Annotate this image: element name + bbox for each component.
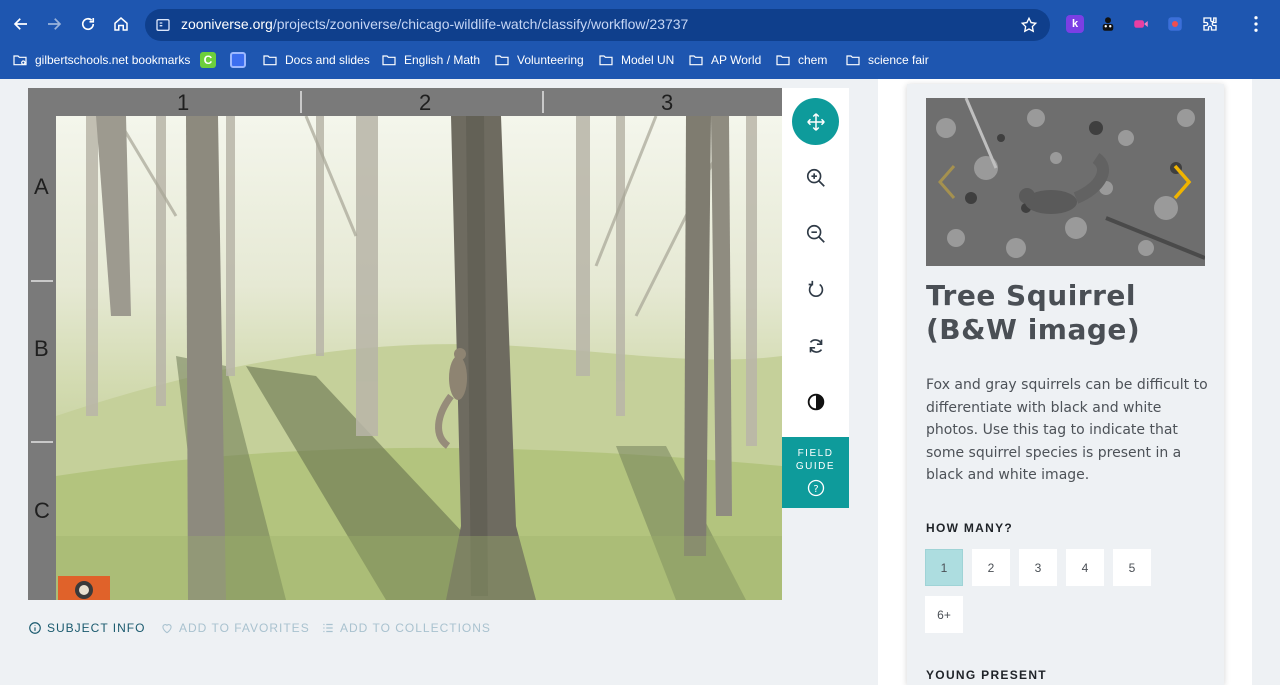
count-option-2[interactable]: 2 bbox=[972, 549, 1010, 586]
back-button[interactable] bbox=[7, 6, 35, 42]
bookmark-folder-docs[interactable]: Docs and slides bbox=[262, 51, 370, 69]
bookmark-folder-volunteering[interactable]: Volunteering bbox=[494, 51, 584, 69]
bookmarks-bar: gilbertschools.net bookmarks C Docs and … bbox=[0, 47, 1280, 73]
trail-camera-photo[interactable] bbox=[56, 116, 782, 600]
add-to-favorites-link[interactable]: ADD TO FAVORITES bbox=[160, 620, 310, 636]
reload-button[interactable] bbox=[74, 6, 102, 42]
ruler-tick bbox=[31, 441, 53, 443]
zoom-out-button[interactable] bbox=[782, 214, 849, 254]
grid-column-label: 2 bbox=[419, 90, 432, 115]
folder-icon bbox=[846, 55, 860, 66]
previous-example-chevron-icon[interactable] bbox=[934, 162, 958, 202]
reload-icon bbox=[81, 17, 95, 31]
address-bar[interactable]: zooniverse.org/projects/zooniverse/chica… bbox=[145, 9, 1050, 41]
question-how-many: HOW MANY? bbox=[926, 521, 1014, 535]
extensions-puzzle-icon[interactable] bbox=[1201, 15, 1219, 33]
ruler-tick bbox=[300, 91, 302, 113]
extension-blue-icon[interactable] bbox=[1166, 15, 1184, 33]
green-c-favicon: C bbox=[200, 52, 216, 68]
blue-favicon bbox=[230, 52, 246, 68]
home-button[interactable] bbox=[107, 6, 135, 42]
count-option-1[interactable]: 1 bbox=[925, 549, 963, 586]
species-example-image bbox=[926, 98, 1205, 266]
folder-icon bbox=[689, 55, 703, 66]
bookmark-green-c[interactable]: C bbox=[200, 51, 216, 69]
url-text[interactable]: zooniverse.org/projects/zooniverse/chica… bbox=[181, 16, 688, 32]
folder-icon bbox=[263, 55, 277, 66]
bookmark-blue[interactable] bbox=[230, 51, 246, 69]
field-guide-help-glyph: ? bbox=[813, 484, 818, 495]
browser-toolbar: zooniverse.org/projects/zooniverse/chica… bbox=[0, 6, 1280, 42]
site-info-icon[interactable] bbox=[155, 17, 171, 33]
bookmark-folder-science-fair[interactable]: science fair bbox=[845, 51, 929, 69]
bookmark-folder-chem[interactable]: chem bbox=[775, 51, 827, 69]
field-guide-label-line1: FIELD bbox=[797, 448, 834, 459]
forward-arrow-icon bbox=[48, 18, 62, 30]
contrast-icon bbox=[807, 393, 824, 411]
species-description: Fox and gray squirrels can be difficult … bbox=[926, 377, 1208, 483]
subject-info-link[interactable]: SUBJECT INFO bbox=[28, 620, 145, 636]
folder-icon bbox=[382, 55, 396, 66]
field-guide-button[interactable]: FIELD GUIDE ? bbox=[782, 437, 849, 508]
grid-row-ruler: A B C bbox=[28, 116, 56, 600]
species-detail-card: Tree Squirrel (B&W image) Fox and gray s… bbox=[907, 84, 1224, 685]
folder-icon bbox=[776, 55, 790, 66]
browser-chrome: zooniverse.org/projects/zooniverse/chica… bbox=[0, 0, 1280, 79]
zoom-out-icon bbox=[806, 224, 825, 243]
count-option-6-plus[interactable]: 6+ bbox=[925, 596, 963, 633]
heart-outline-icon bbox=[162, 624, 172, 634]
question-young-present: YOUNG PRESENT bbox=[926, 668, 1047, 682]
page-margin bbox=[1252, 79, 1280, 685]
next-example-chevron-icon[interactable] bbox=[1171, 162, 1195, 202]
rotate-icon bbox=[808, 280, 823, 297]
extension-k[interactable]: k bbox=[1066, 15, 1084, 33]
pan-tool-button[interactable] bbox=[792, 98, 839, 145]
bookmark-managed[interactable]: gilbertschools.net bookmarks bbox=[12, 51, 190, 69]
forward-button[interactable] bbox=[40, 6, 68, 42]
grid-column-label: 3 bbox=[661, 90, 674, 115]
browser-menu-icon[interactable] bbox=[1251, 15, 1261, 33]
grid-column-ruler: 1 2 3 bbox=[28, 88, 782, 116]
grid-row-label: B bbox=[34, 336, 49, 361]
bookmark-folder-ap-world[interactable]: AP World bbox=[688, 51, 761, 69]
count-option-5[interactable]: 5 bbox=[1113, 549, 1151, 586]
folder-icon bbox=[599, 55, 613, 66]
bookmark-star-icon[interactable] bbox=[1020, 16, 1038, 34]
classify-page: 1 2 3 A B C FIELD GUIDE ? SUBJECT INFO A… bbox=[0, 79, 1280, 685]
bookmark-folder-english[interactable]: English / Math bbox=[381, 51, 480, 69]
zoom-in-icon bbox=[806, 168, 825, 187]
zoom-in-button[interactable] bbox=[782, 158, 849, 198]
bookmark-folder-model-un[interactable]: Model UN bbox=[598, 51, 674, 69]
grid-column-label: 1 bbox=[177, 90, 190, 115]
grid-row-label: C bbox=[34, 498, 50, 523]
home-icon bbox=[114, 17, 128, 31]
field-guide-label-line2: GUIDE bbox=[795, 461, 836, 472]
question-circle-icon: ? bbox=[807, 479, 824, 497]
info-circle-icon bbox=[29, 622, 41, 634]
reset-view-button[interactable] bbox=[782, 326, 849, 366]
managed-bookmarks-icon bbox=[13, 55, 27, 66]
rotate-button[interactable] bbox=[782, 270, 849, 310]
project-watermark bbox=[58, 576, 110, 600]
count-option-3[interactable]: 3 bbox=[1019, 549, 1057, 586]
reset-rotate-icon bbox=[809, 339, 822, 353]
subject-viewer[interactable]: 1 2 3 A B C bbox=[28, 88, 782, 600]
count-option-4[interactable]: 4 bbox=[1066, 549, 1104, 586]
grid-row-label: A bbox=[34, 174, 49, 199]
ruler-tick bbox=[542, 91, 544, 113]
list-icon bbox=[323, 623, 333, 633]
back-arrow-icon bbox=[13, 18, 27, 30]
add-to-collections-link[interactable]: ADD TO COLLECTIONS bbox=[321, 620, 491, 636]
move-arrows-icon bbox=[806, 112, 825, 131]
species-title: Tree Squirrel (B&W image) bbox=[926, 279, 1141, 346]
extension-spy-icon[interactable] bbox=[1099, 15, 1117, 33]
ruler-tick bbox=[31, 280, 53, 282]
extension-video-icon[interactable] bbox=[1132, 15, 1150, 33]
folder-icon bbox=[495, 55, 509, 66]
invert-colors-button[interactable] bbox=[782, 382, 849, 422]
